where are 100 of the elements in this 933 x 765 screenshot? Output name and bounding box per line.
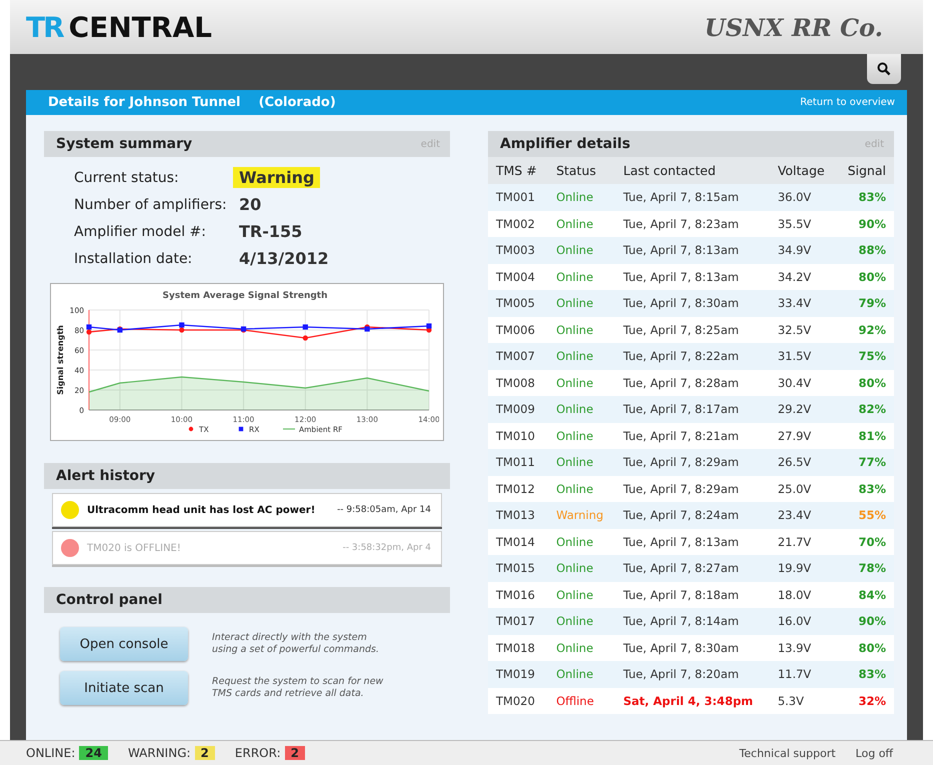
table-cell: TM006 — [488, 316, 548, 343]
signal-cell: 90% — [836, 608, 894, 634]
alert-message: TM020 is OFFLINE! — [87, 542, 182, 554]
table-cell: 32.5V — [770, 316, 836, 343]
status-cell: Offline — [548, 688, 616, 714]
column-header: Signal — [836, 157, 894, 184]
table-cell: Tue, April 7, 8:17am — [615, 396, 770, 422]
table-cell: TM020 — [488, 688, 548, 714]
column-header: Status — [548, 157, 616, 184]
count-label: ERROR: — [234, 746, 281, 760]
chart-title: System Average Signal Strength — [162, 291, 328, 301]
signal-cell: 92% — [836, 316, 894, 343]
table-cell: TM017 — [488, 608, 548, 634]
legend-marker — [282, 428, 296, 430]
action-button[interactable]: Open console — [60, 627, 188, 661]
page-title: Details for Johnson Tunnel (Colorado) — [48, 95, 336, 110]
table-cell: Tue, April 7, 8:24am — [615, 502, 770, 528]
signal-cell: 75% — [836, 343, 894, 370]
table-cell: TM015 — [488, 555, 548, 582]
table-cell: Tue, April 7, 8:25am — [615, 316, 770, 343]
status-cell: Online — [548, 528, 616, 555]
signal-cell: 83% — [836, 184, 894, 210]
search-icon — [877, 62, 891, 76]
legend-marker — [188, 426, 194, 432]
section-title: System summary — [56, 136, 192, 152]
field-value: TR-155 — [238, 221, 304, 242]
table-cell: TM019 — [488, 661, 548, 688]
table-cell: Tue, April 7, 8:22am — [615, 343, 770, 370]
table-cell: Tue, April 7, 8:13am — [615, 264, 770, 290]
status-cell: Online — [548, 582, 616, 608]
field-value: 4/13/2012 — [238, 248, 330, 269]
table-cell: Tue, April 7, 8:13am — [615, 528, 770, 555]
table-cell: Tue, April 7, 8:14am — [615, 608, 770, 634]
data-point — [302, 324, 308, 330]
table-cell: Tue, April 7, 8:29am — [615, 449, 770, 476]
signal-cell: 88% — [836, 237, 894, 264]
status-cell: Online — [548, 608, 616, 634]
signal-cell: 70% — [836, 528, 894, 555]
status-cell: Online — [548, 422, 616, 449]
field-label: Installation date: — [74, 250, 194, 266]
search-button[interactable] — [867, 54, 901, 84]
table-cell: 16.0V — [770, 608, 836, 634]
signal-cell: 83% — [836, 661, 894, 688]
table-cell: Tue, April 7, 8:21am — [615, 422, 770, 449]
signal-cell: 80% — [836, 370, 894, 396]
status-cell: Online — [548, 210, 616, 237]
footer-link[interactable]: Technical support — [739, 746, 836, 760]
alert-message: Ultracomm head unit has lost AC power! — [87, 504, 316, 516]
table-cell: Sat, April 4, 3:48pm — [615, 688, 770, 714]
section-title: Amplifier details — [500, 136, 630, 152]
status-cell: Online — [548, 370, 616, 396]
action-description: Interact directly with the system using a set of powerful commands. — [212, 632, 380, 656]
table-cell: 36.0V — [770, 184, 836, 210]
column-header: Last contacted — [615, 157, 770, 184]
status-cell: Online — [548, 634, 616, 661]
table-cell: 31.5V — [770, 343, 836, 370]
signal-cell: 78% — [836, 555, 894, 582]
status-cell: Online — [548, 661, 616, 688]
table-cell: 30.4V — [770, 370, 836, 396]
count-badge: 2 — [194, 746, 215, 760]
footer-link[interactable]: Log off — [856, 746, 893, 760]
column-header: Voltage — [770, 157, 836, 184]
table-cell: Tue, April 7, 8:27am — [615, 555, 770, 582]
table-cell: 5.3V — [770, 688, 836, 714]
table-cell: Tue, April 7, 8:30am — [615, 634, 770, 661]
status-cell: Online — [548, 396, 616, 422]
table-cell: TM004 — [488, 264, 548, 290]
status-cell: Online — [548, 449, 616, 476]
table-cell: Tue, April 7, 8:13am — [615, 237, 770, 264]
table-cell: 26.5V — [770, 449, 836, 476]
status-cell: Online — [548, 476, 616, 502]
table-cell: TM018 — [488, 634, 548, 661]
status-cell: Online — [548, 290, 616, 316]
table-cell: TM010 — [488, 422, 548, 449]
status-cell: Online — [548, 316, 616, 343]
table-cell: TM005 — [488, 290, 548, 316]
status-cell: Online — [548, 343, 616, 370]
signal-cell: 55% — [836, 502, 894, 528]
table-cell: TM007 — [488, 343, 548, 370]
table-cell: 27.9V — [770, 422, 836, 449]
table-cell: TM011 — [488, 449, 548, 476]
action-button[interactable]: Initiate scan — [60, 671, 188, 705]
table-cell: Tue, April 7, 8:20am — [615, 661, 770, 688]
signal-cell: 80% — [836, 264, 894, 290]
signal-cell: 82% — [836, 396, 894, 422]
table-cell: TM001 — [488, 184, 548, 210]
action-description: Request the system to scan for new TMS cards and retrieve all data. — [212, 676, 384, 700]
count-label: ONLINE: — [26, 746, 76, 760]
count-badge: 2 — [284, 746, 305, 760]
alert-time: -- 3:58:32pm, Apr 4 — [342, 543, 431, 553]
status-cell: Online — [548, 264, 616, 290]
status-cell: Online — [548, 237, 616, 264]
table-cell: 29.2V — [770, 396, 836, 422]
signal-cell: 79% — [836, 290, 894, 316]
data-point — [302, 335, 308, 341]
table-cell: 34.2V — [770, 264, 836, 290]
table-cell: TM009 — [488, 396, 548, 422]
table-cell: Tue, April 7, 8:29am — [615, 476, 770, 502]
signal-cell: 90% — [836, 210, 894, 237]
table-cell: 25.0V — [770, 476, 836, 502]
